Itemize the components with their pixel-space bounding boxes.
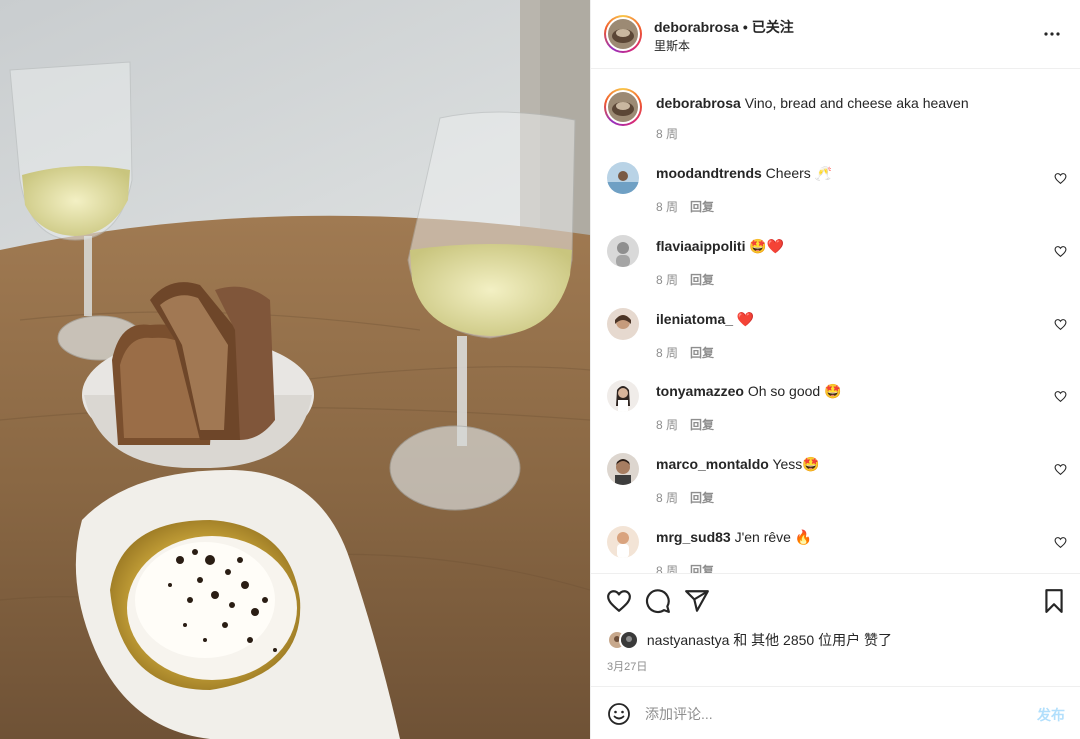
post-location[interactable]: 里斯本 [654, 37, 690, 54]
comment-username[interactable]: ileniatoma_ [656, 311, 733, 327]
comment-like-heart-icon[interactable] [1054, 172, 1067, 185]
comment-meta: 8 周回复 [656, 416, 714, 433]
comment-text: Oh so good 🤩 [747, 383, 842, 399]
likes-text: nastyanastya 和 其他 2850 位用户 赞了 [646, 632, 892, 648]
comment-time: 8 周 [656, 418, 679, 432]
comment-icon[interactable] [645, 588, 671, 614]
comment-meta: 8 周回复 [656, 198, 714, 215]
more-icon[interactable] [1043, 25, 1061, 43]
comment-text: Yess🤩 [772, 456, 820, 472]
comment-username[interactable]: flaviaaippoliti [656, 238, 745, 254]
post-caption: deborabrosa Vino, bread and cheese aka h… [591, 70, 1080, 150]
caption-username[interactable]: deborabrosa [656, 95, 741, 111]
comment-time: 8 周 [656, 564, 679, 573]
post-author-line: deborabrosa • 已关注 [654, 17, 794, 37]
comment-meta: 8 周回复 [656, 271, 714, 288]
heart-icon[interactable] [606, 588, 632, 614]
comment-row: moodandtrends Cheers 🥂 8 周回复 [591, 160, 1080, 232]
caption-text: Vino, bread and cheese aka heaven [744, 95, 969, 111]
comment-text-line: tonyamazzeo Oh so good 🤩 [656, 383, 842, 400]
caption-time: 8 周 [656, 127, 679, 141]
comment-text: Cheers 🥂 [765, 165, 833, 181]
post-header: deborabrosa • 已关注 里斯本 [591, 0, 1080, 69]
comment-meta: 8 周回复 [656, 489, 714, 506]
likes-summary[interactable]: nastyanastya 和 其他 2850 位用户 赞了 [607, 630, 892, 652]
comment-username[interactable]: marco_montaldo [656, 456, 769, 472]
commenter-avatar[interactable] [607, 162, 639, 194]
comment-like-heart-icon[interactable] [1054, 536, 1067, 549]
commenter-avatar-image [607, 526, 639, 558]
comment-text-line: flaviaaippoliti 🤩❤️ [656, 238, 784, 255]
reply-button[interactable]: 回复 [690, 491, 714, 505]
liker-avatar [619, 630, 639, 650]
comment-input[interactable] [645, 701, 1015, 727]
commenter-avatar-image [607, 308, 639, 340]
reply-button[interactable]: 回复 [690, 200, 714, 214]
post-photo[interactable] [0, 0, 590, 739]
commenter-avatar-image [607, 453, 639, 485]
post-comment-button[interactable]: 发布 [1037, 705, 1065, 725]
photo-image [0, 0, 590, 739]
author-username[interactable]: deborabrosa [654, 19, 739, 35]
post-actions: nastyanastya 和 其他 2850 位用户 赞了 3月27日 [591, 573, 1080, 686]
commenter-avatar[interactable] [607, 308, 639, 340]
bookmark-icon[interactable] [1041, 588, 1067, 614]
smiley-icon[interactable] [607, 702, 631, 726]
comment-time: 8 周 [656, 346, 679, 360]
commenter-avatar[interactable] [607, 526, 639, 558]
comment-row: mrg_sud83 J'en rêve 🔥 8 周 回复 [591, 524, 1080, 573]
comment-username[interactable]: tonyamazzeo [656, 383, 744, 399]
comment-text: J'en rêve 🔥 [734, 529, 813, 545]
commenter-avatar[interactable] [607, 235, 639, 267]
author-avatar-image [608, 19, 638, 49]
comment-text: 🤩❤️ [749, 238, 785, 254]
comment-row: ileniatoma_ ❤️ 8 周回复 [591, 306, 1080, 378]
author-avatar[interactable] [604, 15, 642, 53]
caption-avatar[interactable] [604, 88, 642, 126]
comment-text-line: moodandtrends Cheers 🥂 [656, 165, 832, 182]
commenter-avatar[interactable] [607, 380, 639, 412]
comment-like-heart-icon[interactable] [1054, 463, 1067, 476]
comment-time: 8 周 [656, 200, 679, 214]
commenter-avatar-image [607, 235, 639, 267]
comment-text-line: ileniatoma_ ❤️ [656, 311, 754, 328]
commenter-avatar-image [607, 162, 639, 194]
paper-plane-icon[interactable] [684, 588, 710, 614]
reply-button[interactable]: 回复 [690, 346, 714, 360]
comment-like-heart-icon[interactable] [1054, 390, 1067, 403]
liker-avatar-image [621, 632, 637, 648]
commenter-avatar-image [607, 380, 639, 412]
caption-text-line: deborabrosa Vino, bread and cheese aka h… [656, 95, 969, 111]
comment-like-heart-icon[interactable] [1054, 245, 1067, 258]
commenter-avatar[interactable] [607, 453, 639, 485]
comment-text-line: marco_montaldo Yess🤩 [656, 456, 820, 473]
follow-status[interactable]: 已关注 [752, 19, 794, 35]
reply-button[interactable]: 回复 [690, 273, 714, 287]
comment-text-line: mrg_sud83 J'en rêve 🔥 [656, 529, 812, 546]
comment-row: flaviaaippoliti 🤩❤️ 8 周回复 [591, 233, 1080, 305]
reply-button[interactable]: 回复 [690, 418, 714, 432]
comment-row: tonyamazzeo Oh so good 🤩 8 周回复 [591, 378, 1080, 450]
comment-like-heart-icon[interactable] [1054, 318, 1067, 331]
separator-dot: • [742, 19, 748, 35]
comment-time: 8 周 [656, 491, 679, 505]
post-date: 3月27日 [607, 661, 648, 673]
reply-button[interactable]: 回复 [690, 564, 714, 573]
comment-meta: 8 周 回复 [656, 562, 714, 573]
comment-username[interactable]: moodandtrends [656, 165, 762, 181]
comment-time: 8 周 [656, 273, 679, 287]
caption-avatar-image [608, 92, 638, 122]
comment-row: marco_montaldo Yess🤩 8 周回复 [591, 451, 1080, 523]
comment-meta: 8 周回复 [656, 344, 714, 361]
comments-list[interactable]: deborabrosa Vino, bread and cheese aka h… [591, 70, 1080, 573]
post-detail-panel: deborabrosa • 已关注 里斯本 deborabrosa Vino, … [590, 0, 1080, 739]
add-comment-bar: 发布 [591, 686, 1080, 739]
comment-username[interactable]: mrg_sud83 [656, 529, 731, 545]
comment-text: ❤️ [736, 311, 755, 327]
